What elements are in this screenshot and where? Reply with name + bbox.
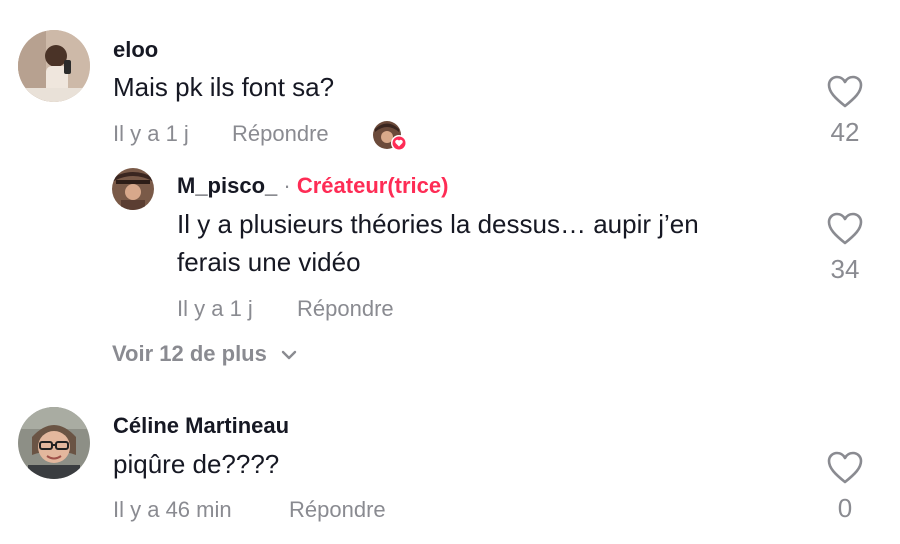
like-heart-icon[interactable] bbox=[826, 450, 864, 486]
avatar-eloo[interactable] bbox=[18, 30, 90, 102]
reply-separator: · bbox=[283, 173, 291, 198]
comment-text: Mais pk ils font sa? bbox=[113, 72, 335, 102]
reply-text-line-2: ferais une vidéo bbox=[177, 247, 361, 277]
chevron-down-icon bbox=[281, 350, 297, 360]
view-more-label: Voir 12 de plus bbox=[112, 341, 267, 366]
creator-liked-indicator bbox=[372, 120, 410, 154]
reply-button[interactable]: Répondre bbox=[289, 496, 386, 524]
reply-header: M_pisco_ · Créateur(trice) bbox=[177, 173, 448, 199]
comment-username[interactable]: Céline Martineau bbox=[113, 413, 289, 439]
reply-text-line-1: Il y a plusieurs théories la dessus… aup… bbox=[177, 209, 699, 239]
reply-timestamp: Il y a 1 j bbox=[177, 296, 253, 321]
creator-liked-avatar-icon bbox=[373, 121, 407, 151]
like-count: 0 bbox=[837, 493, 853, 523]
comment-text: piqûre de???? bbox=[113, 449, 280, 479]
comment-timestamp: Il y a 1 j bbox=[113, 121, 189, 146]
view-more-replies-button[interactable]: Voir 12 de plus bbox=[112, 340, 299, 368]
reply-reply-button[interactable]: Répondre bbox=[297, 295, 394, 323]
like-count: 42 bbox=[830, 117, 860, 147]
avatar-m-pisco[interactable] bbox=[112, 168, 154, 210]
reply-like-count: 34 bbox=[830, 254, 860, 284]
avatar-eloo-image bbox=[18, 30, 90, 102]
comment-username[interactable]: eloo bbox=[113, 37, 158, 63]
avatar-m-pisco-image bbox=[112, 168, 154, 210]
creator-badge: Créateur(trice) bbox=[296, 173, 449, 198]
comment-timestamp: Il y a 46 min bbox=[113, 497, 232, 522]
reply-like-heart-icon[interactable] bbox=[826, 211, 864, 247]
avatar-celine-martineau[interactable] bbox=[18, 407, 90, 479]
reply-username[interactable]: M_pisco_ bbox=[177, 173, 277, 198]
reply-button[interactable]: Répondre bbox=[232, 120, 329, 148]
avatar-celine-image bbox=[18, 407, 90, 479]
like-heart-icon[interactable] bbox=[826, 74, 864, 110]
